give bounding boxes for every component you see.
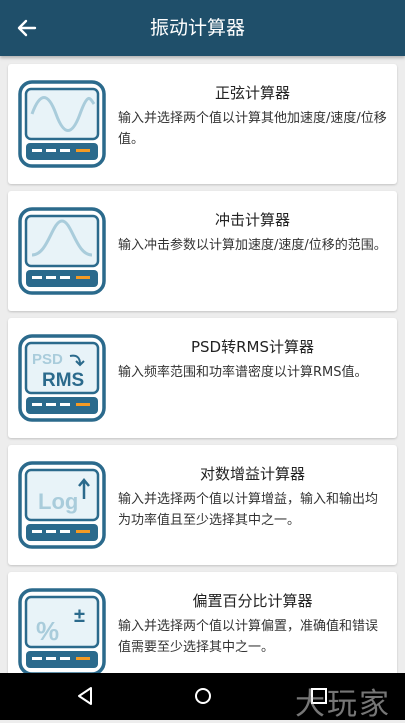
app-bar: 振动计算器 [0,0,405,56]
card-description: 输入冲击参数以计算加速度/速度/位移的范围。 [118,238,387,253]
svg-text:%: % [36,616,59,646]
card-title: 对数增益计算器 [199,465,305,483]
back-arrow-icon[interactable] [13,14,41,42]
page-title: 振动计算器 [150,17,246,39]
card-description: 输入并选择两个值以计算其他加速度/速度/位移值。 [118,111,387,147]
calculator-list: 正弦计算器 输入并选择两个值以计算其他加速度/速度/位移值。 冲击计算器 输入冲… [0,56,405,673]
svg-text:PSD: PSD [32,351,63,368]
sine-wave-icon [18,80,106,168]
log-gain-calculator-card[interactable]: Log 对数增益计算器 输入并选择两个值以计算增益，输入和输出均为功率值且至少选… [8,445,397,565]
home-circle-icon[interactable] [190,683,216,709]
card-description: 输入并选择两个值以计算偏置，准确值和错误值需要至少选择其中之一。 [118,619,379,655]
shock-calculator-card[interactable]: 冲击计算器 输入冲击参数以计算加速度/速度/位移的范围。 [8,191,397,311]
percent-bias-calculator-card[interactable]: % ± 偏置百分比计算器 输入并选择两个值以计算偏置，准确值和错误值需要至少选择… [8,572,397,673]
card-title: 偏置百分比计算器 [192,592,313,610]
watermark: 大玩家 [295,687,391,722]
sine-calculator-card[interactable]: 正弦计算器 输入并选择两个值以计算其他加速度/速度/位移值。 [8,64,397,184]
back-triangle-icon[interactable] [72,683,98,709]
svg-text:±: ± [74,605,85,627]
psd-rms-icon: PSD RMS [18,334,106,422]
percent-icon: % ± [18,588,106,673]
card-description: 输入并选择两个值以计算增益，输入和输出均为功率值且至少选择其中之一。 [118,492,379,528]
psd-rms-calculator-card[interactable]: PSD RMS PSD转RMS计算器 输入频率范围和功率谱密度以计算RMS值。 [8,318,397,438]
card-description: 输入频率范围和功率谱密度以计算RMS值。 [118,365,368,380]
card-title: 正弦计算器 [214,84,290,102]
svg-text:RMS: RMS [42,370,84,391]
card-title: PSD转RMS计算器 [190,338,314,356]
card-title: 冲击计算器 [214,211,290,229]
system-navigation-bar: 大玩家 [0,673,405,722]
log-icon: Log [18,461,106,549]
svg-text:Log: Log [38,489,78,514]
shock-pulse-icon [18,207,106,295]
